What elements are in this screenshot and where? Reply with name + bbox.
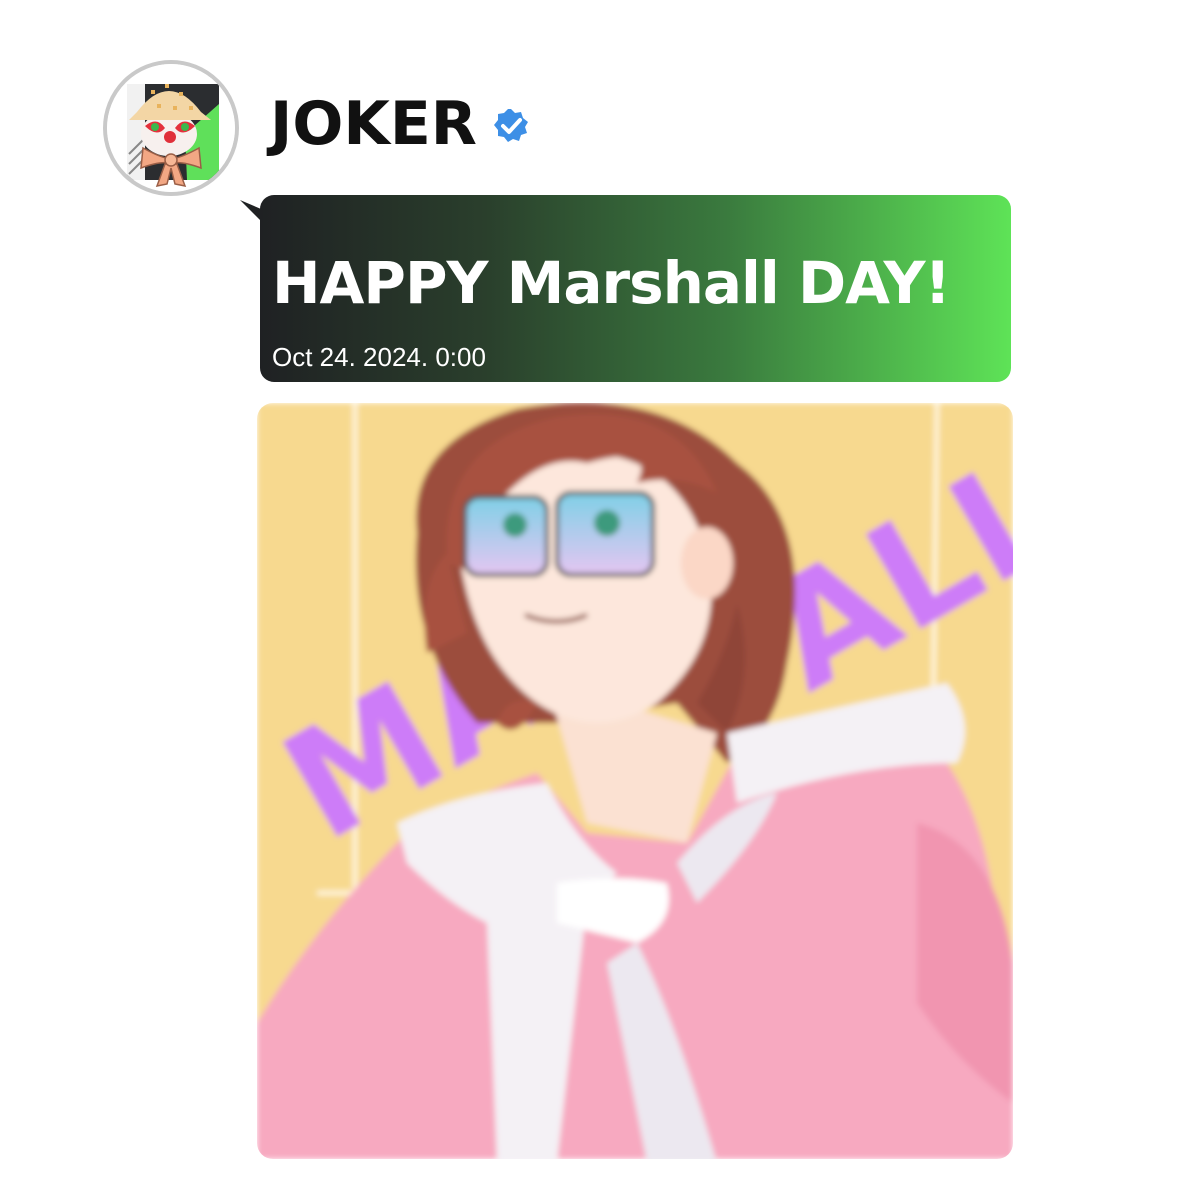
message-bubble[interactable]: HAPPY Marshall DAY! Oct 24. 2024. 0:00 [260, 195, 1011, 382]
clown-avatar-icon [107, 64, 235, 192]
post-image[interactable]: MA ALL 241024 [257, 403, 1013, 1159]
message-text: HAPPY Marshall DAY! [272, 249, 951, 317]
author-name[interactable]: JOKER [270, 88, 477, 160]
verified-badge-icon [494, 109, 528, 142]
author-avatar[interactable] [103, 60, 239, 196]
anime-portrait-illustration: MA ALL 241024 [257, 403, 1013, 1159]
message-timestamp: Oct 24. 2024. 0:00 [272, 342, 486, 372]
